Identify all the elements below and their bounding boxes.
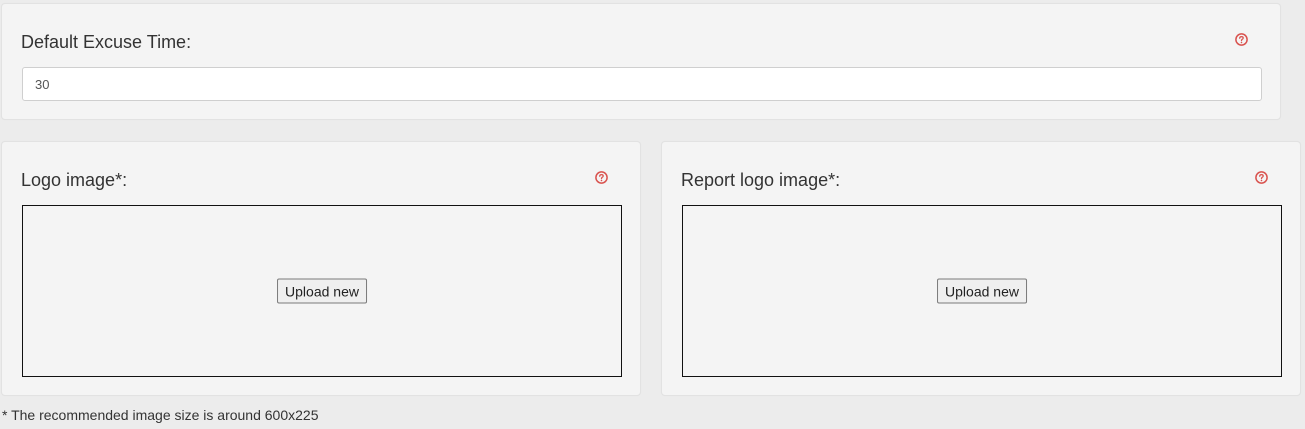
- logo-upload-button[interactable]: Upload new: [277, 278, 367, 304]
- question-circle-icon[interactable]: [1255, 171, 1268, 184]
- excuse-time-input[interactable]: [22, 67, 1262, 101]
- question-circle-icon[interactable]: [1235, 33, 1248, 46]
- report-logo-image-panel: Report logo image*: Upload new: [661, 141, 1301, 396]
- logo-image-dropzone[interactable]: Upload new: [22, 205, 622, 377]
- excuse-time-label: Default Excuse Time:: [21, 32, 192, 52]
- logo-image-label: Logo image*:: [21, 170, 128, 190]
- report-logo-image-label: Report logo image*:: [681, 170, 841, 190]
- question-circle-icon[interactable]: [595, 171, 608, 184]
- excuse-time-panel: Default Excuse Time:: [1, 3, 1281, 120]
- image-size-footnote: * The recommended image size is around 6…: [2, 407, 319, 423]
- logo-image-panel: Logo image*: Upload new: [1, 141, 641, 396]
- report-logo-image-dropzone[interactable]: Upload new: [682, 205, 1282, 377]
- report-logo-upload-button[interactable]: Upload new: [937, 278, 1027, 304]
